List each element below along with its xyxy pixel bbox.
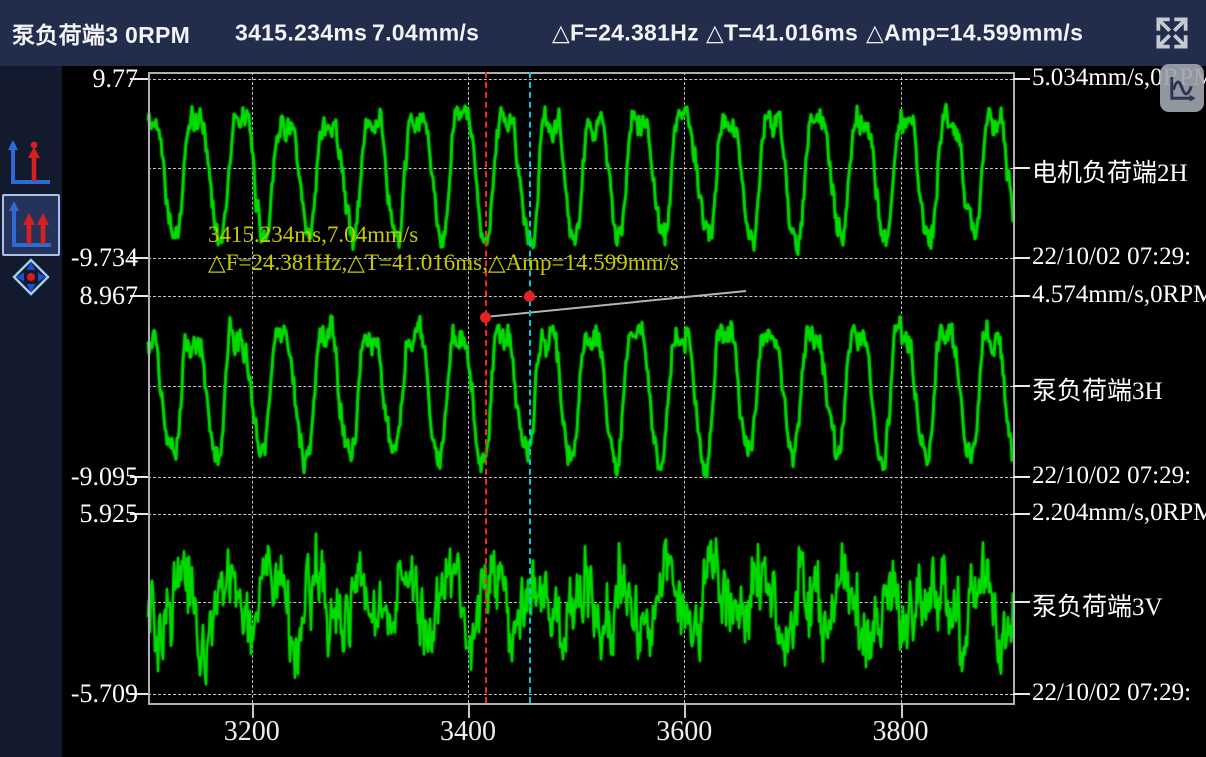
red-cursor[interactable] [485,72,487,703]
scale-label: 2.204mm/s,0RPM [1032,499,1206,527]
channel-label: 泵负荷端3H [1032,371,1206,407]
right-tick [1013,476,1030,478]
x-tick-label: 3800 [841,716,961,748]
cursor-annotation: 3415.234ms,7.04mm/s △F=24.381Hz,△T=41.01… [208,221,679,277]
annotation-line1: 3415.234ms,7.04mm/s [208,221,679,249]
scale-label: 4.574mm/s,0RPM [1032,281,1206,309]
x-tick-label: 3400 [408,716,528,748]
right-tick [1013,693,1030,695]
cyan-cursor[interactable] [529,72,531,703]
right-tick [1013,385,1030,387]
channel-label: 泵负荷端3V [1032,587,1206,623]
right-tick [1013,601,1030,603]
right-tick [1013,295,1030,297]
right-tick [1013,167,1030,169]
x-tick-label: 3200 [192,716,312,748]
waveform-mode-button[interactable] [1160,64,1204,112]
timestamp-label: 22/10/02 07:29: [1032,462,1206,490]
timestamp-label: 22/10/02 07:29: [1032,679,1206,707]
timestamp-label: 22/10/02 07:29: [1032,243,1206,271]
y-min-label: -5.709 [56,679,138,709]
y-max-label: 8.967 [56,281,138,311]
waveform-icon [1165,70,1199,106]
cursor-marker-dot[interactable] [524,291,535,302]
right-tick [1013,78,1030,80]
cursor-marker-dot[interactable] [480,312,491,323]
y-min-label: -9.734 [56,243,138,273]
annotation-line2: △F=24.381Hz,△T=41.016ms,△Amp=14.599mm/s [208,249,679,277]
right-tick [1013,513,1030,515]
waveform-analyzer-app: 32003400360038009.77-9.7345.034mm/s,0RPM… [0,0,1206,757]
right-tick [1013,257,1030,259]
y-max-label: 5.925 [56,499,138,529]
y-max-label: 9.77 [56,64,138,94]
waveform-canvas [0,0,1206,757]
x-tick-label: 3600 [624,716,744,748]
plot-area[interactable]: 32003400360038009.77-9.7345.034mm/s,0RPM… [0,0,1206,757]
y-min-label: -9.095 [56,462,138,492]
channel-label: 电机负荷端2H [1032,153,1206,189]
